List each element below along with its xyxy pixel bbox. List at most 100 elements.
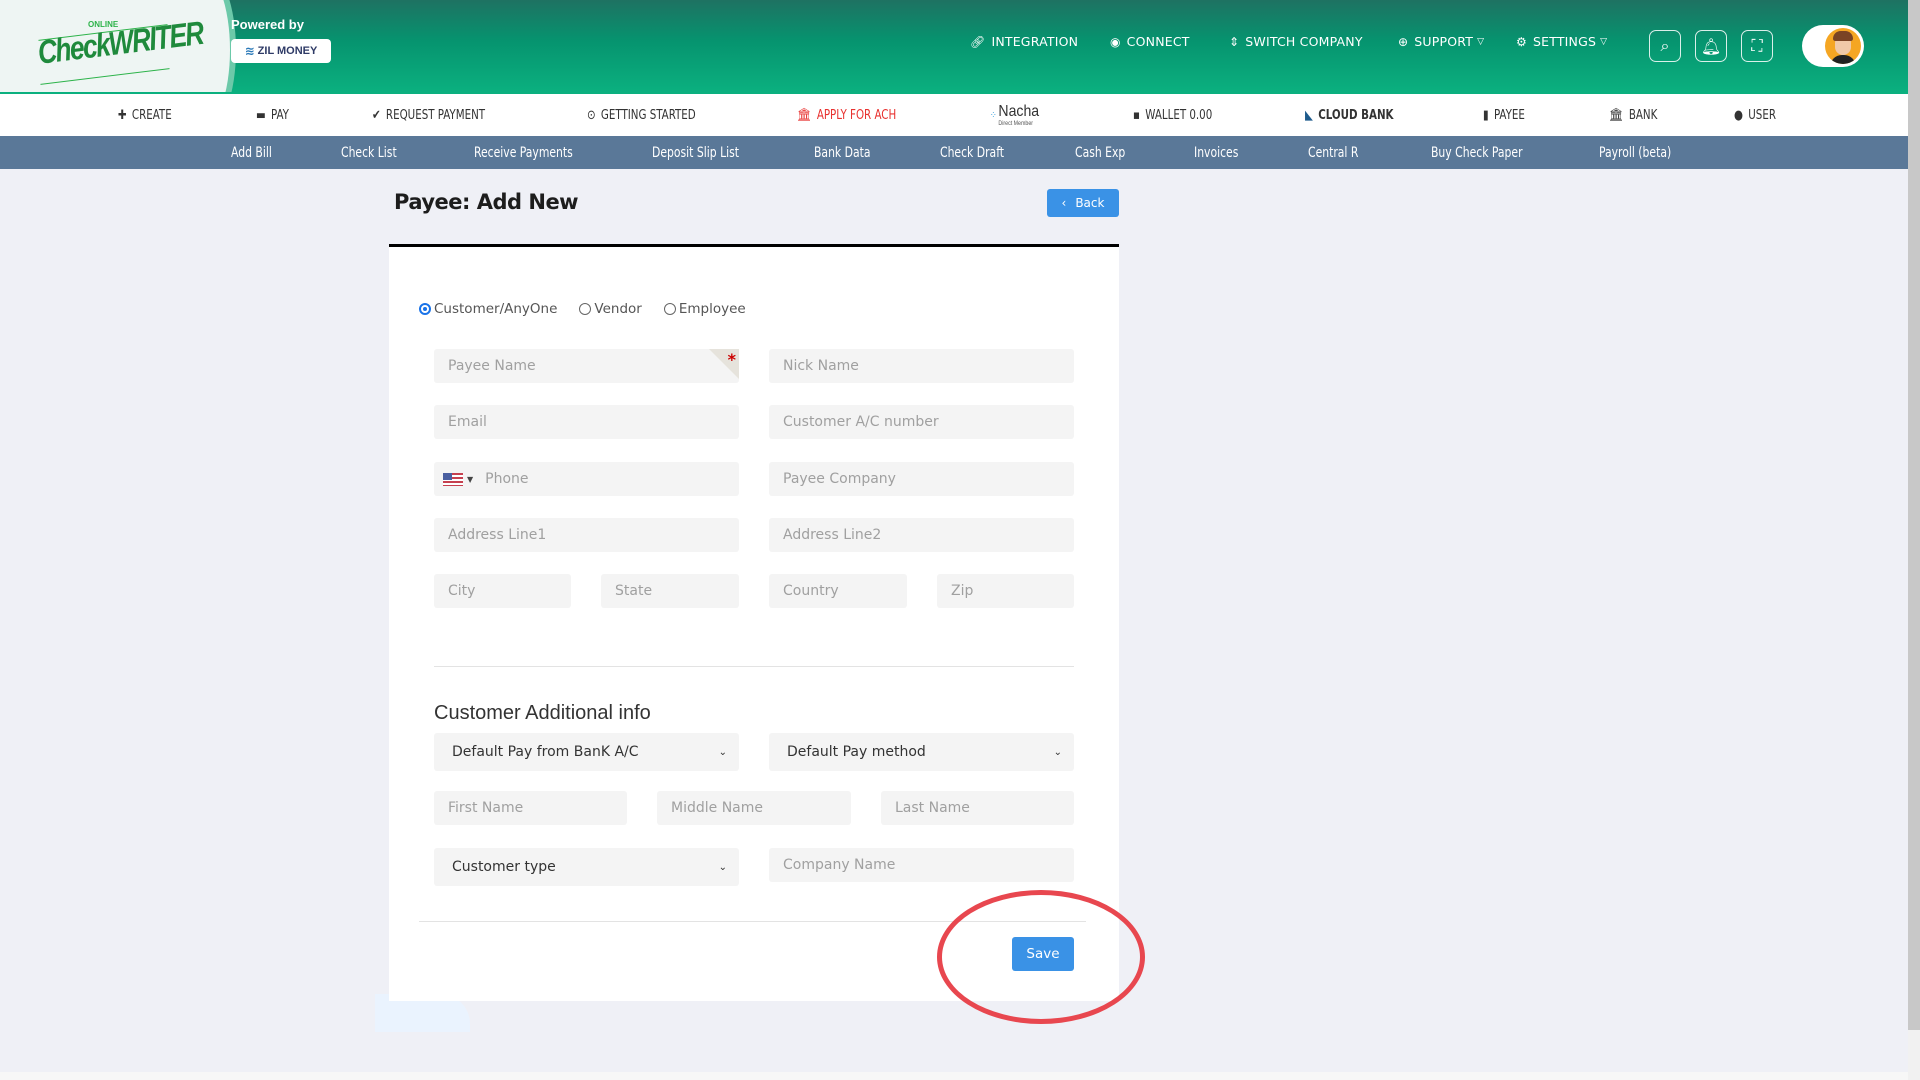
payee-name-input[interactable]: Payee Name * bbox=[434, 349, 739, 383]
caret-down-icon[interactable]: ▼ bbox=[467, 475, 473, 484]
switch-arrows-icon: ⇕ bbox=[1229, 34, 1240, 49]
address-line1-input[interactable]: Address Line1 bbox=[434, 518, 739, 552]
payee-name-placeholder: Payee Name bbox=[448, 358, 536, 374]
link-icon: 🔗︎ bbox=[970, 34, 986, 49]
zip-input[interactable]: Zip bbox=[937, 574, 1074, 608]
chevron-down-icon: ▽ bbox=[1600, 36, 1608, 47]
first-name-input[interactable]: First Name bbox=[434, 791, 627, 825]
profile-toggle[interactable] bbox=[1802, 25, 1864, 67]
search-button[interactable]: ⌕ bbox=[1649, 30, 1681, 62]
top-menu-connect[interactable]: ◉ CONNECT bbox=[1110, 34, 1190, 49]
top-menu-support[interactable]: ⊕ SUPPORT ▽ bbox=[1398, 34, 1484, 49]
page-title: Payee: Add New bbox=[394, 190, 579, 214]
zil-money-wing-icon: ≋ bbox=[244, 44, 255, 58]
cloud-bank-icon: ◣ bbox=[1305, 107, 1313, 123]
subnav-bank-data[interactable]: Bank Data bbox=[814, 136, 871, 169]
nav-user[interactable]: ● USER bbox=[1734, 94, 1776, 136]
last-name-input[interactable]: Last Name bbox=[881, 791, 1074, 825]
nav-getting-started[interactable]: ⊙ GETTING STARTED bbox=[587, 94, 696, 136]
payee-icon: ▮ bbox=[1483, 107, 1489, 123]
state-input[interactable]: State bbox=[601, 574, 739, 608]
pay-method-select[interactable]: Default Pay method ⌄ bbox=[769, 733, 1074, 771]
subnav-deposit-slip-list[interactable]: Deposit Slip List bbox=[652, 136, 739, 169]
subnav-payroll[interactable]: Payroll (beta) bbox=[1599, 136, 1671, 169]
nav-pay[interactable]: ▬ PAY bbox=[256, 94, 289, 136]
radio-vendor[interactable]: Vendor bbox=[579, 301, 642, 317]
subnav-cash-exp[interactable]: Cash Exp bbox=[1075, 136, 1125, 169]
top-menu-label: SWITCH COMPANY bbox=[1245, 34, 1363, 49]
nav-cloud-bank[interactable]: ◣ CLOUD BANK bbox=[1305, 94, 1394, 136]
plus-icon: ✚ bbox=[118, 107, 127, 123]
required-indicator: * bbox=[709, 349, 739, 383]
us-flag-icon[interactable] bbox=[443, 472, 463, 486]
city-input[interactable]: City bbox=[434, 574, 571, 608]
phone-input[interactable]: ▼ Phone bbox=[434, 462, 739, 496]
country-placeholder: Country bbox=[783, 583, 839, 599]
checkwriter-logo[interactable]: ONLINE CheckWRITER bbox=[36, 14, 205, 85]
nav-request-payment[interactable]: ✔ REQUEST PAYMENT bbox=[372, 94, 485, 136]
email-placeholder: Email bbox=[448, 414, 487, 430]
user-circle-icon: ● bbox=[1734, 107, 1743, 123]
top-menu-settings[interactable]: ⚙ SETTINGS ▽ bbox=[1516, 34, 1607, 49]
nav-nacha[interactable]: ⁘ Nacha Direct Member bbox=[990, 94, 1039, 136]
radio-customer[interactable]: Customer/AnyOne bbox=[419, 301, 557, 317]
nav-label: PAYEE bbox=[1493, 107, 1525, 123]
radio-indicator[interactable] bbox=[419, 303, 431, 315]
radio-indicator[interactable] bbox=[663, 303, 676, 315]
fullscreen-button[interactable]: ⛶ bbox=[1741, 30, 1773, 62]
search-icon: ⌕ bbox=[1660, 36, 1670, 55]
play-circle-icon: ⊙ bbox=[587, 107, 596, 123]
country-input[interactable]: Country bbox=[769, 574, 907, 608]
phone-placeholder: Phone bbox=[485, 471, 529, 487]
subnav-receive-payments[interactable]: Receive Payments bbox=[474, 136, 573, 169]
subnav-check-draft[interactable]: Check Draft bbox=[940, 136, 1004, 169]
payee-company-input[interactable]: Payee Company bbox=[769, 462, 1074, 496]
email-input[interactable]: Email bbox=[434, 405, 739, 439]
nav-label: REQUEST PAYMENT bbox=[385, 107, 486, 123]
nav-label: WALLET 0.00 bbox=[1145, 107, 1213, 123]
lifebuoy-icon: ⊕ bbox=[1398, 34, 1409, 49]
subnav-invoices[interactable]: Invoices bbox=[1194, 136, 1238, 169]
subnav-buy-check-paper[interactable]: Buy Check Paper bbox=[1431, 136, 1523, 169]
check-circle-icon: ✔ bbox=[372, 107, 381, 123]
chevron-down-icon: ⌄ bbox=[718, 861, 727, 873]
nacha-text: Nacha Direct Member bbox=[998, 103, 1039, 127]
scrollbar-thumb[interactable] bbox=[1908, 0, 1920, 1030]
customer-type-select[interactable]: Customer type ⌄ bbox=[434, 848, 739, 886]
top-menu-switch-company[interactable]: ⇕ SWITCH COMPANY bbox=[1229, 34, 1363, 49]
nav-bank[interactable]: 🏛︎ BANK bbox=[1609, 94, 1657, 136]
first-name-placeholder: First Name bbox=[448, 800, 524, 816]
account-number-placeholder: Customer A/C number bbox=[783, 414, 939, 430]
nav-wallet[interactable]: ▪ WALLET 0.00 bbox=[1133, 94, 1212, 136]
subnav-add-bill[interactable]: Add Bill bbox=[231, 136, 272, 169]
zil-money-label: ZIL MONEY bbox=[257, 45, 318, 57]
back-button[interactable]: ‹ Back bbox=[1047, 189, 1119, 217]
pay-from-bank-select[interactable]: Default Pay from BanK A/C ⌄ bbox=[434, 733, 739, 771]
top-menu-label: INTEGRATION bbox=[991, 34, 1079, 49]
nav-apply-for-ach[interactable]: 🏛︎ APPLY FOR ACH bbox=[797, 94, 896, 136]
radio-indicator[interactable] bbox=[579, 303, 592, 315]
bank-icon: 🏛︎ bbox=[797, 107, 812, 123]
address-line2-input[interactable]: Address Line2 bbox=[769, 518, 1074, 552]
top-menu-integration[interactable]: 🔗︎ INTEGRATION bbox=[970, 34, 1078, 49]
bank-icon: 🏛︎ bbox=[1609, 107, 1624, 123]
middle-name-input[interactable]: Middle Name bbox=[657, 791, 851, 825]
company-name-input[interactable]: Company Name bbox=[769, 848, 1074, 882]
vertical-scrollbar[interactable] bbox=[1908, 0, 1920, 1080]
nav-create[interactable]: ✚ CREATE bbox=[118, 94, 172, 136]
chevron-down-icon: ⌄ bbox=[1053, 746, 1062, 758]
notifications-button[interactable]: 🔔︎ bbox=[1695, 30, 1727, 62]
nav-payee[interactable]: ▮ PAYEE bbox=[1483, 94, 1525, 136]
nick-name-input[interactable]: Nick Name bbox=[769, 349, 1074, 383]
radio-employee[interactable]: Employee bbox=[663, 301, 746, 317]
account-number-input[interactable]: Customer A/C number bbox=[769, 405, 1074, 439]
subnav-central-r[interactable]: Central R bbox=[1308, 136, 1358, 169]
select-value: Customer type bbox=[452, 859, 556, 875]
gear-icon: ⚙ bbox=[1516, 34, 1527, 49]
zil-money-badge[interactable]: ≋ ZIL MONEY bbox=[231, 39, 331, 63]
city-placeholder: City bbox=[448, 583, 476, 599]
app-header: ONLINE CheckWRITER Powered by ≋ ZIL MONE… bbox=[0, 0, 1908, 130]
avatar-hair bbox=[1833, 31, 1853, 41]
nacha-label: Nacha bbox=[998, 103, 1040, 120]
subnav-check-list[interactable]: Check List bbox=[341, 136, 397, 169]
